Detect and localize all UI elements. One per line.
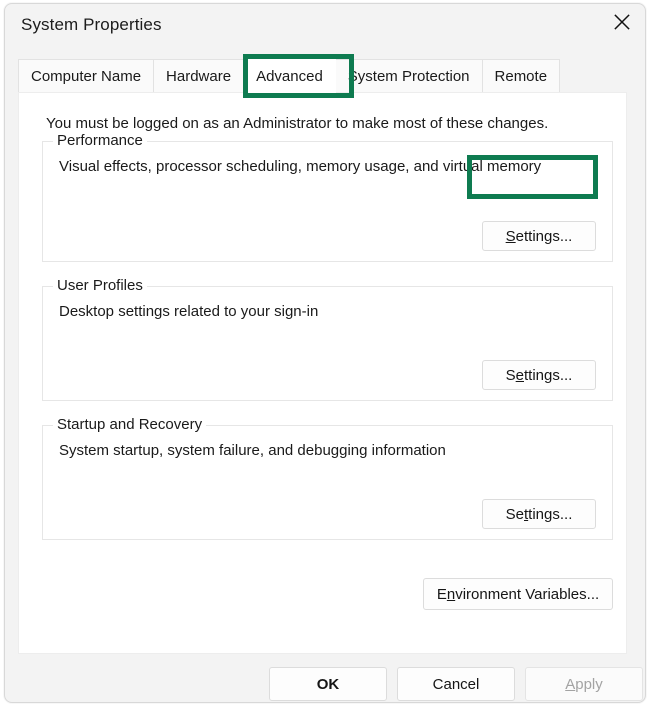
performance-settings-button[interactable]: Settings... (482, 221, 596, 251)
group-title-user-profiles: User Profiles (53, 277, 147, 294)
cancel-button[interactable]: Cancel (397, 667, 515, 701)
tab-label: Computer Name (31, 68, 142, 85)
environment-variables-label: Environment Variables... (436, 585, 600, 603)
title-bar: System Properties (5, 4, 645, 48)
startup-recovery-settings-label: Settings... (505, 505, 573, 523)
user-profiles-settings-button[interactable]: Settings... (482, 360, 596, 390)
apply-button[interactable]: Apply (525, 667, 643, 701)
tab-label: System Protection (347, 68, 470, 85)
close-icon (613, 13, 631, 31)
cancel-label: Cancel (432, 675, 480, 693)
system-properties-window: System Properties Computer Name Hardware… (4, 3, 646, 703)
performance-settings-label: Settings... (505, 227, 573, 245)
tab-label: Hardware (166, 68, 232, 85)
group-description-user-profiles: Desktop settings related to your sign-in (59, 303, 319, 320)
ok-label: OK (316, 675, 340, 693)
advanced-tab-panel: You must be logged on as an Administrato… (18, 92, 627, 654)
tab-strip: Computer Name Hardware Advanced System P… (18, 59, 561, 93)
environment-variables-button[interactable]: Environment Variables... (423, 578, 613, 610)
group-title-performance: Performance (53, 132, 147, 149)
tab-label: Remote (494, 68, 548, 85)
group-user-profiles: User Profiles Desktop settings related t… (42, 277, 613, 401)
group-description-performance: Visual effects, processor scheduling, me… (59, 158, 542, 175)
dialog-footer: OK Cancel Apply (5, 654, 645, 702)
user-profiles-settings-label: Settings... (505, 366, 573, 384)
ok-button[interactable]: OK (269, 667, 387, 701)
tab-computer-name[interactable]: Computer Name (18, 59, 155, 93)
group-description-startup-and-recovery: System startup, system failure, and debu… (59, 442, 446, 459)
group-title-startup-and-recovery: Startup and Recovery (53, 416, 207, 433)
tab-advanced[interactable]: Advanced (243, 59, 336, 93)
tab-hardware[interactable]: Hardware (153, 59, 245, 93)
apply-label: Apply (565, 675, 603, 693)
administrator-note: You must be logged on as an Administrato… (46, 115, 549, 132)
tab-remote[interactable]: Remote (481, 59, 561, 93)
tab-label: Advanced (256, 68, 323, 85)
group-startup-and-recovery: Startup and Recovery System startup, sys… (42, 416, 613, 540)
startup-recovery-settings-button[interactable]: Settings... (482, 499, 596, 529)
window-title: System Properties (21, 15, 162, 34)
tab-system-protection[interactable]: System Protection (334, 59, 483, 93)
group-performance: Performance Visual effects, processor sc… (42, 132, 613, 262)
close-button[interactable] (599, 4, 645, 40)
